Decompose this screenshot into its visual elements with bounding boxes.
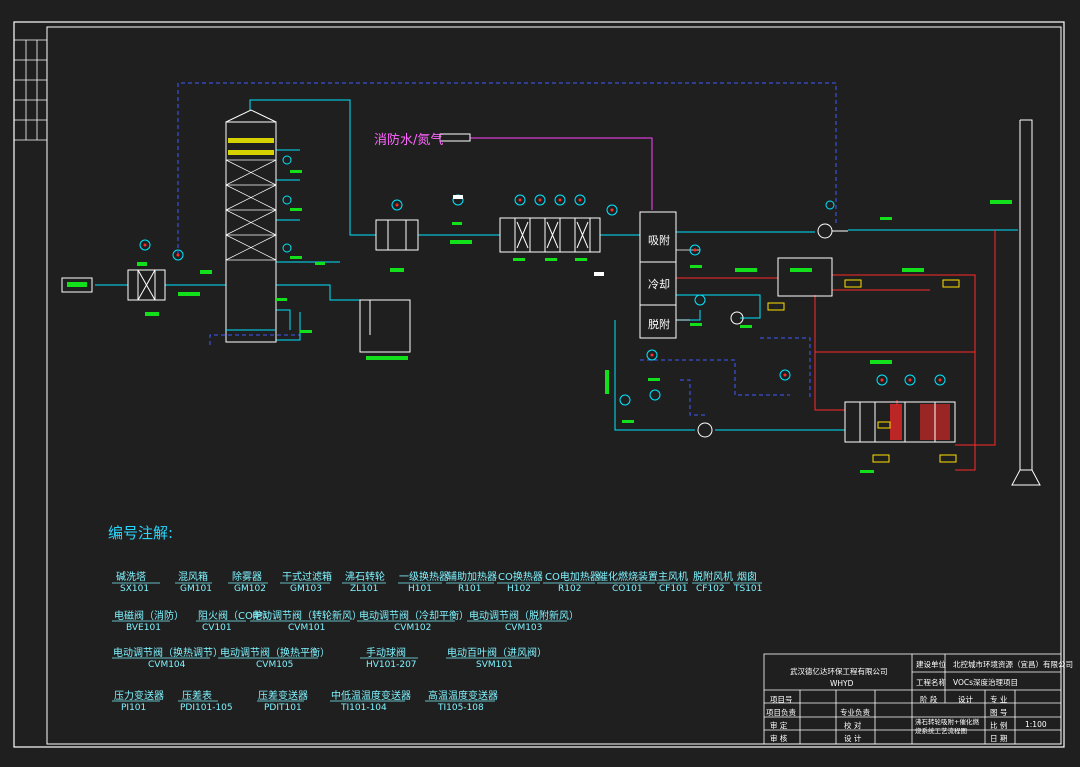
legend-item-code: ZL101	[350, 584, 379, 594]
legend-item-name: 主风机	[658, 572, 688, 583]
legend-item-code: TI101-104	[341, 703, 387, 713]
tank	[359, 299, 411, 353]
legend-item-name: 电动百叶阀（进风阀）	[447, 648, 547, 659]
demister	[375, 219, 419, 251]
control-loop-dashed	[177, 82, 837, 416]
legend-item-name: 电磁阀（消防）	[114, 611, 184, 622]
scrubber-tower	[225, 109, 277, 343]
company-name: 武汉德亿达环保工程有限公司	[790, 667, 888, 676]
stage-value: 设计	[958, 695, 973, 704]
client-label: 建设单位	[916, 660, 946, 669]
rotor-section-desorb: 脱附	[648, 318, 670, 331]
legend-item-code: GM102	[234, 584, 266, 594]
legend-item-code: H101	[408, 584, 432, 594]
legend-item-name: 碱洗塔	[116, 572, 146, 583]
legend-item-code: TI105-108	[438, 703, 484, 713]
inner-frame	[46, 26, 1062, 745]
legend-item-code: CF101	[659, 584, 688, 594]
legend-item-code: CF102	[696, 584, 725, 594]
rotor-section-cool: 冷却	[648, 278, 670, 291]
scale-value: 1:100	[1025, 720, 1047, 729]
desorption-fan	[697, 422, 713, 438]
legend-item-code: CVM101	[288, 623, 326, 633]
legend-item-name: 压力变送器	[114, 691, 164, 702]
legend-item-name: 一级换热器	[399, 572, 449, 583]
legend-item-name: CO换热器	[498, 572, 543, 583]
legend-item-name: 催化燃烧装置	[598, 572, 658, 583]
item-label: 项目号	[770, 695, 793, 704]
legend-item-code: SX101	[120, 584, 150, 594]
legend-item-name: 电动调节阀（换热平衡）	[220, 648, 330, 659]
legend-item-name: 电动调节阀（脱附新风）	[469, 611, 579, 622]
main-fan	[817, 223, 848, 239]
filter-box	[499, 217, 601, 253]
audit-label: 审 核	[770, 734, 788, 743]
legend-item-code: CVM102	[394, 623, 432, 633]
check-label: 校 对	[844, 721, 862, 730]
nitrogen-label: 消防水/氮气	[374, 133, 444, 148]
legend-item-code: TS101	[734, 584, 763, 594]
legend-item-name: 脱附风机	[693, 572, 733, 583]
review-label: 审 定	[770, 721, 788, 730]
legend-title: 编号注解:	[108, 524, 174, 542]
client-value: 北控城市环境资源（宜昌）有限公司	[953, 660, 1073, 669]
signal-lines	[676, 249, 700, 321]
legend-item-code: CV101	[202, 623, 232, 633]
legend-item-code: CO101	[612, 584, 643, 594]
legend-item-name: 电动调节阀（转轮新风）	[252, 611, 362, 622]
legend-item-code: PI101	[121, 703, 147, 713]
project-lead-label: 项目负责	[766, 708, 796, 717]
mixing-box	[127, 269, 166, 301]
scale-label: 比 例	[990, 721, 1008, 730]
instrument-tags	[143, 198, 942, 382]
specialty-lead-label: 专业负责	[840, 708, 870, 717]
legend-item-name: 干式过滤箱	[282, 572, 332, 583]
legend-item-code: H102	[507, 584, 531, 594]
legend-item-code: BVE101	[126, 623, 161, 633]
drawing-title: 沸石转轮吸附+催化燃烧系统工艺流程图	[915, 718, 979, 735]
legend-item-name: CO电加热器	[545, 572, 600, 583]
company-abbrev: WHYD	[830, 679, 854, 688]
legend-item-code: GM103	[290, 584, 322, 594]
drawing-no-label: 图 号	[990, 708, 1008, 717]
chimney	[1011, 119, 1041, 486]
legend-item-name: 压差变送器	[258, 691, 308, 702]
specialty-label: 专 业	[990, 695, 1008, 704]
legend-item-name: 辅助加热器	[447, 572, 497, 583]
legend-item-code: SVM101	[476, 660, 513, 670]
legend-item-name: 混风箱	[178, 572, 208, 583]
legend-item-name: 沸石转轮	[345, 572, 385, 583]
legend-underlines	[112, 582, 762, 702]
legend-item-code: CVM104	[148, 660, 186, 670]
project-label: 工程名称	[916, 678, 946, 687]
nitrogen-inlet	[439, 133, 471, 142]
binding-strip	[14, 39, 47, 141]
legend-item-name: 压差表	[182, 691, 212, 702]
rotor-section-adsorb: 吸附	[648, 234, 670, 247]
legend-item-name: 电动调节阀（换热调节）	[113, 648, 223, 659]
legend-item-code: HV101-207	[366, 660, 417, 670]
legend-item-code: PDIT101	[264, 703, 302, 713]
legend-item-name: 手动球阀	[366, 648, 406, 659]
legend-item-code: R102	[558, 584, 582, 594]
heat-exchanger	[777, 257, 833, 297]
design-label: 设 计	[844, 734, 862, 743]
date-label: 日 期	[990, 734, 1008, 743]
legend-item-code: R101	[458, 584, 482, 594]
legend-item-code: GM101	[180, 584, 212, 594]
outer-frame	[13, 21, 1065, 748]
legend-item-name: 中低温温度变送器	[331, 691, 411, 702]
legend-item-name: 电动调节阀（冷却平衡）	[359, 611, 469, 622]
legend-item-code: CVM105	[256, 660, 294, 670]
legend-item-code: PDI101-105	[180, 703, 233, 713]
legend-item-code: CVM103	[505, 623, 543, 633]
legend-item-name: 高温温度变送器	[428, 691, 498, 702]
legend-item-name: 除雾器	[232, 572, 262, 583]
process-piping	[95, 99, 1018, 431]
stage-label: 阶 段	[920, 695, 938, 704]
project-value: VOCs深度治理项目	[953, 678, 1019, 687]
catalytic-unit	[844, 401, 956, 443]
instruments	[139, 155, 946, 406]
legend-item-name: 烟囱	[737, 572, 757, 583]
